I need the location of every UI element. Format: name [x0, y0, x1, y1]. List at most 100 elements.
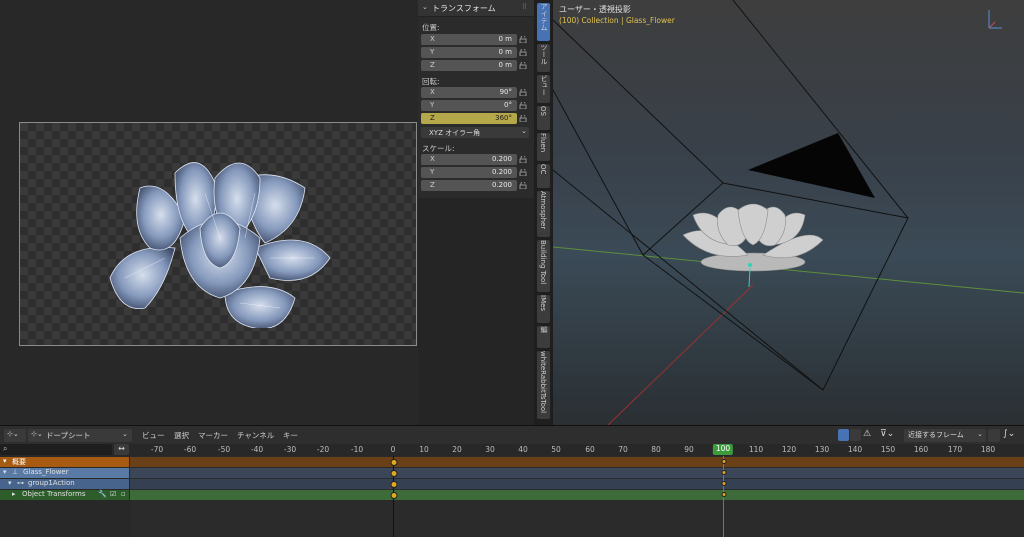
filter-icon[interactable]: ⊽⌄ — [880, 429, 894, 439]
location-y-field[interactable]: Y0 m — [421, 47, 517, 58]
chevron-down-icon: ▾ — [3, 468, 7, 476]
transform-panel-header[interactable]: ⌄ トランスフォーム ⠿ — [418, 0, 534, 17]
channel-list: ▾ 概要 ▾ ⊥ Glass_Flower ▾ ⊶ group1Action ▸… — [0, 456, 129, 537]
proportional-edit-button[interactable] — [988, 429, 1000, 442]
tab-oc[interactable]: OC — [537, 164, 550, 188]
action-icon: ⊶ — [17, 479, 24, 487]
checkbox-icon[interactable]: ☑ — [110, 490, 116, 498]
tab-item[interactable]: アイテム — [537, 3, 550, 41]
viewport-title: ユーザー・透視投影 — [559, 5, 631, 14]
chevron-down-icon: ⌄ — [422, 3, 428, 11]
editor-type-button[interactable]: ⊹⌄ — [4, 429, 26, 442]
keyframe[interactable] — [721, 470, 727, 475]
3d-viewport[interactable]: ユーザー・透視投影 (100) Collection | Glass_Flowe… — [553, 0, 1024, 425]
location-x-field[interactable]: X0 m — [421, 34, 517, 45]
object-row — [130, 468, 1024, 478]
drag-handle-icon[interactable]: ⠿ — [522, 3, 527, 11]
chevron-down-icon: ⌄ — [122, 430, 128, 438]
keyframe[interactable] — [390, 459, 398, 466]
swap-arrows-icon[interactable]: ↔ — [114, 444, 129, 455]
search-icon: ⌕ — [3, 444, 8, 453]
lock-icon[interactable] — [519, 169, 527, 176]
current-frame-indicator[interactable]: 100 — [712, 444, 734, 455]
object-channel[interactable]: ▾ ⊥ Glass_Flower — [0, 468, 129, 478]
scale-x-field[interactable]: X 0.200 — [421, 154, 517, 165]
sidebar-empty-area — [418, 198, 534, 425]
lock-icon[interactable] — [519, 62, 527, 69]
camera-frustum — [553, 0, 909, 391]
mode-select[interactable]: ⊹⌄ ドープシート ⌄ — [28, 429, 132, 442]
keyframe[interactable] — [390, 470, 398, 477]
tab-atmosphere[interactable]: Atmospher — [537, 191, 550, 237]
viewport-scene — [553, 0, 1024, 425]
rotation-z-field[interactable]: Z 360° — [421, 113, 517, 124]
render-preview-canvas — [19, 122, 417, 346]
lock-icon[interactable] — [519, 102, 527, 109]
tab-tool[interactable]: ツール — [537, 44, 550, 72]
chevron-down-icon: ▾ — [3, 457, 7, 465]
dope-sheet-header: ⊹⌄ ⊹⌄ ドープシート ⌄ ビュー 選択 マーカー チャンネル キー ⚠ ⊽⌄… — [0, 425, 1024, 444]
rotation-mode-select[interactable]: XYZ オイラー角 ⌄ — [421, 127, 529, 138]
lock-icon[interactable] — [519, 156, 527, 163]
frame-ruler[interactable]: -70 -60 -50 -40 -30 -20 -10 0 10 20 30 4… — [130, 444, 1024, 456]
axis-gizmo — [988, 10, 1002, 29]
keyframe[interactable] — [721, 481, 727, 486]
location-label: 位置: — [422, 23, 440, 32]
mode-icon: ⊹⌄ — [31, 430, 43, 438]
scale-label: スケール: — [422, 144, 455, 153]
summary-channel[interactable]: ▾ 概要 — [0, 457, 129, 467]
tab-view[interactable]: ビュー — [537, 75, 550, 103]
glass-flower-render — [109, 162, 331, 328]
warning-icon[interactable]: ⚠ — [863, 429, 871, 439]
lock-icon[interactable] — [519, 89, 527, 96]
chevron-down-icon: ▾ — [8, 479, 12, 487]
show-hidden-icon[interactable] — [850, 429, 861, 441]
tab-fluent[interactable]: Fluen — [537, 133, 550, 161]
action-channel[interactable]: ▾ ⊶ group1Action — [0, 479, 129, 489]
menu-view[interactable]: ビュー — [142, 430, 165, 441]
lock-icon[interactable] — [519, 182, 527, 189]
chevron-down-icon: ⌄ — [521, 127, 527, 135]
tab-whiterabbit[interactable]: whiteRabbitTsTool — [537, 351, 550, 419]
falloff-curve-icon[interactable]: ∫⌄ — [1003, 429, 1015, 439]
sidebar-tabs: アイテム ツール ビュー OS Fluen OC Atmospher Build… — [535, 0, 552, 425]
menu-key[interactable]: キー — [283, 430, 298, 441]
object-icon: ⊥ — [12, 468, 19, 476]
menu-select[interactable]: 選択 — [174, 430, 189, 441]
keyframe[interactable] — [390, 492, 398, 499]
y-axis-line — [607, 284, 754, 425]
menu-marker[interactable]: マーカー — [198, 430, 228, 441]
sidebar-n-panel: ⌄ トランスフォーム ⠿ 位置: X0 m Y0 m Z0 m 回転: X 90°… — [418, 0, 534, 198]
rotation-x-field[interactable]: X 90° — [421, 87, 517, 98]
keyframe[interactable] — [390, 481, 398, 488]
only-selected-icon[interactable] — [838, 429, 849, 441]
location-z-field[interactable]: Z0 m — [421, 60, 517, 71]
lock-icon[interactable] — [519, 49, 527, 56]
channel-search-input[interactable]: ⌕ — [0, 444, 112, 455]
lock-icon[interactable]: ▫ — [121, 490, 126, 498]
chevron-down-icon: ⌄ — [977, 430, 983, 438]
menu-channel[interactable]: チャンネル — [237, 430, 274, 441]
snap-mode-select[interactable]: 近接するフレーム ⌄ — [904, 429, 986, 442]
tab-os[interactable]: OS — [537, 106, 550, 130]
transform-panel-title: トランスフォーム — [432, 4, 496, 13]
image-editor[interactable] — [0, 0, 418, 425]
keyframe-area[interactable] — [130, 456, 1024, 537]
chevron-right-icon: ▸ — [12, 490, 16, 498]
tab-imes[interactable]: IMes — [537, 295, 550, 323]
wrench-icon[interactable]: 🔧 — [98, 490, 107, 498]
rotation-y-field[interactable]: Y 0° — [421, 100, 517, 111]
tab-edit[interactable]: 編 — [537, 326, 550, 348]
lock-icon[interactable] — [519, 115, 527, 122]
action-row — [130, 479, 1024, 489]
keyframe[interactable] — [721, 492, 727, 497]
scale-z-field[interactable]: Z 0.200 — [421, 180, 517, 191]
group-channel[interactable]: ▸ Object Transforms 🔧 ☑ ▫ — [0, 490, 129, 500]
dope-sheet-editor[interactable]: ⊹⌄ ⊹⌄ ドープシート ⌄ ビュー 選択 マーカー チャンネル キー ⚠ ⊽⌄… — [0, 425, 1024, 537]
lock-icon[interactable] — [519, 36, 527, 43]
scale-y-field[interactable]: Y 0.200 — [421, 167, 517, 178]
rotation-label: 回転: — [422, 77, 440, 86]
tab-building-tool[interactable]: Building Tool — [537, 240, 550, 292]
viewport-object-info: (100) Collection | Glass_Flower — [559, 16, 675, 25]
keyframe[interactable] — [721, 459, 727, 464]
